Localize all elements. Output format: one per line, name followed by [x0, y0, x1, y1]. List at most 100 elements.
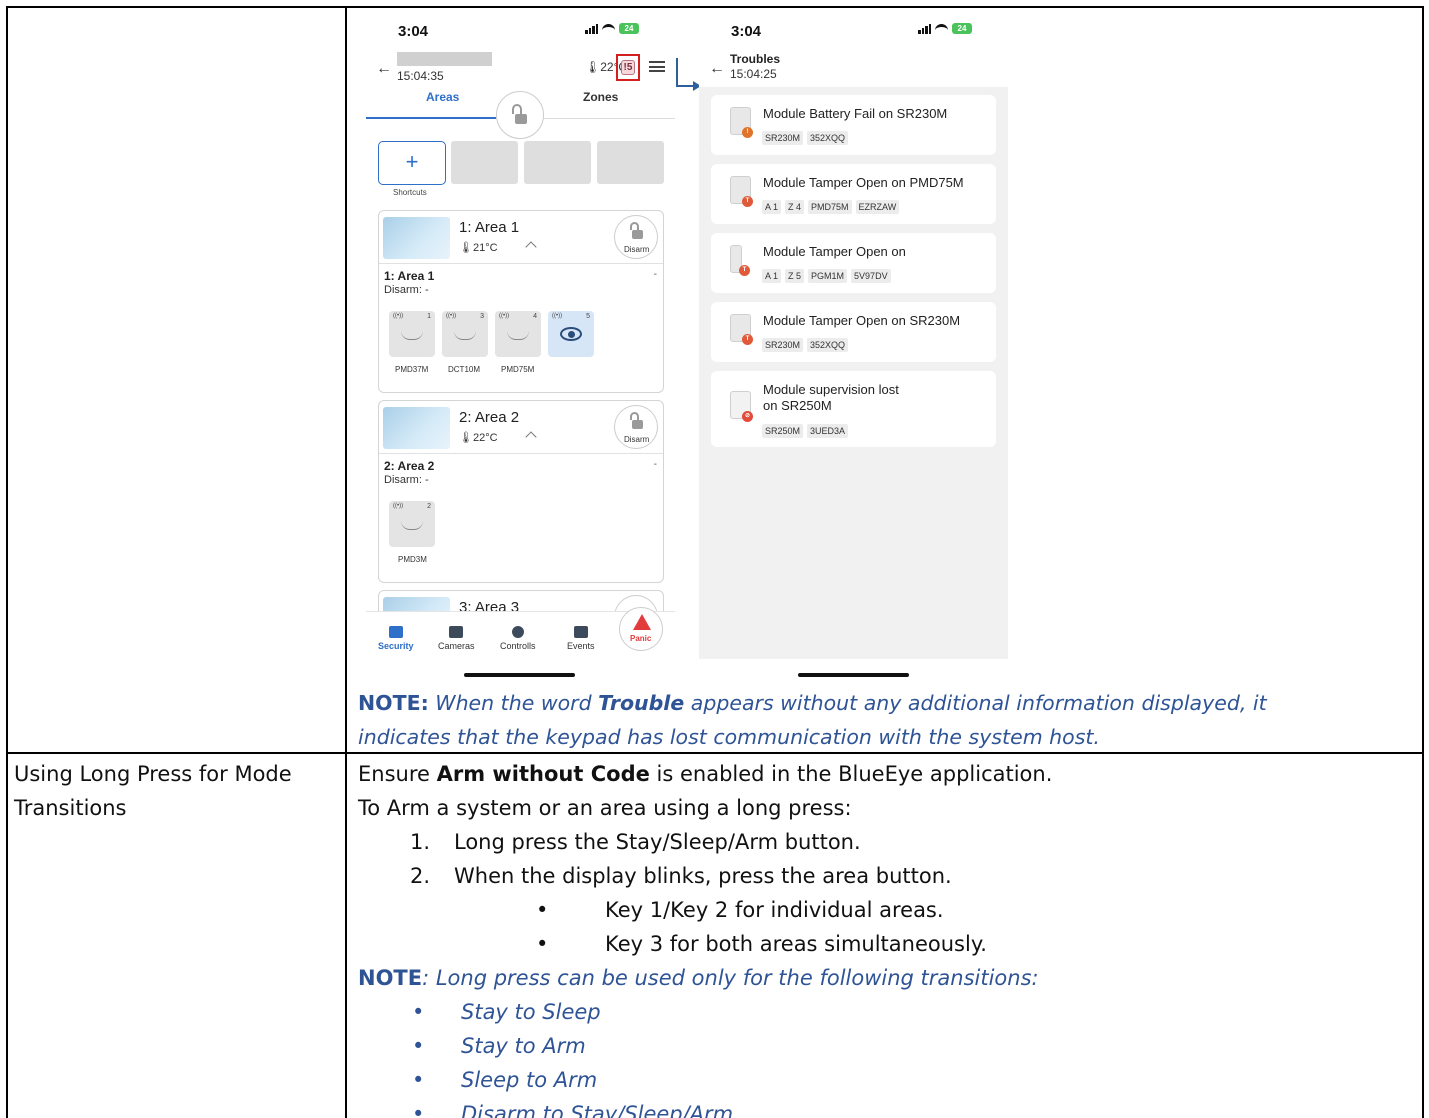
- shortcut-slot[interactable]: [524, 141, 591, 184]
- intro-line: To Arm a system or an area using a long …: [358, 796, 852, 820]
- shortcut-slot[interactable]: [451, 141, 518, 184]
- transition-4: • Disarm to Stay/Sleep/Arm: [358, 1097, 1410, 1118]
- area-card-1[interactable]: 1: Area 1 🌡21°C Disarm 1: Area 1 Disarm:…: [378, 210, 664, 393]
- thermometer-icon: 🌡: [459, 432, 473, 444]
- trouble-item-2[interactable]: T Module Tamper Open on PMD75M A 1 Z 4 P…: [711, 164, 996, 224]
- area-separator: [379, 453, 663, 454]
- site-name-redacted: [397, 52, 492, 66]
- trouble-item-4[interactable]: T Module Tamper Open on SR230M SR230M 35…: [711, 302, 996, 362]
- trouble-item-5[interactable]: ⊘ Module supervision lost on SR250M SR25…: [711, 371, 996, 447]
- table-column-divider: [345, 6, 347, 1118]
- back-arrow-icon[interactable]: ←: [376, 60, 392, 78]
- tag: 352XQQ: [807, 338, 849, 352]
- eye-closed-icon: [401, 521, 423, 530]
- area-subtitle: 2: Area 2: [384, 459, 435, 473]
- chevron-up-icon[interactable]: [525, 241, 537, 253]
- tamper-icon: T: [742, 196, 753, 207]
- trouble-tags: SR230M 352XQQ: [762, 131, 849, 145]
- transition-2: • Stay to Arm: [358, 1029, 1410, 1063]
- tag: A 1: [762, 269, 782, 283]
- nav-controlls[interactable]: Controlls: [500, 626, 536, 651]
- note-line-1: NOTE: When the word Trouble appears with…: [358, 691, 1267, 715]
- disarm-button[interactable]: Disarm: [614, 405, 658, 449]
- trouble-tags: A 1 Z 5 PGM1M 5V97DV: [762, 269, 891, 283]
- home-indicator-right: [798, 673, 909, 677]
- status-icons: 24: [585, 23, 639, 34]
- tag: 5V97DV: [851, 269, 891, 283]
- trouble-highlight-box: !5: [616, 54, 640, 81]
- row-heading: Using Long Press for Mode Transitions: [14, 762, 292, 820]
- note-long-press: NOTE: Long press can be used only for th…: [358, 966, 1039, 990]
- zone-number: 2: [427, 503, 431, 510]
- shortcut-slot[interactable]: [597, 141, 664, 184]
- zone-tile-5[interactable]: ((•)) 5: [548, 311, 594, 357]
- tag: SR250M: [762, 424, 804, 438]
- arm-lock-button[interactable]: [496, 91, 544, 139]
- status-icons: 24: [918, 23, 972, 34]
- signal-icon: [585, 23, 598, 34]
- tab-zones[interactable]: Zones: [583, 90, 618, 104]
- panic-button[interactable]: Panic: [619, 607, 663, 651]
- sub-bullet-2: • Key 3 for both areas simultaneously.: [358, 927, 1410, 961]
- nav-events[interactable]: Events: [567, 626, 595, 651]
- zone-number: 3: [480, 313, 484, 320]
- note-trouble: NOTE: When the word Trouble appears with…: [358, 686, 1410, 754]
- area-temperature: 🌡21°C: [459, 242, 498, 254]
- menu-icon[interactable]: [649, 61, 665, 72]
- trouble-badge-button[interactable]: !5: [621, 60, 635, 75]
- thermometer-icon: 🌡: [459, 242, 473, 254]
- tab-areas[interactable]: Areas: [426, 90, 459, 104]
- eye-closed-icon: [401, 331, 423, 340]
- back-arrow-icon[interactable]: ←: [709, 60, 725, 78]
- zone-tile-4[interactable]: ((•)) 4: [495, 311, 541, 357]
- nav-security[interactable]: Security: [378, 626, 414, 651]
- trouble-text: Module supervision lost on SR250M: [763, 382, 899, 413]
- chevron-up-icon[interactable]: [525, 431, 537, 443]
- zone-tile-2[interactable]: ((•)) 2: [389, 501, 435, 547]
- zone-tile-3[interactable]: ((•)) 3: [442, 311, 488, 357]
- status-bar: 3:04 24: [366, 11, 675, 47]
- trouble-tags: SR250M 3UED3A: [762, 424, 849, 438]
- area-status: Disarm: -: [384, 474, 429, 486]
- area-separator: [379, 263, 663, 264]
- zone-tile-1[interactable]: ((•)) 1: [389, 311, 435, 357]
- wireless-icon: ((•)): [393, 313, 404, 319]
- bullet-icon: •: [412, 1000, 425, 1024]
- area-title: 1: Area 1: [459, 219, 520, 236]
- tag: SR230M: [762, 131, 804, 145]
- tag: PGM1M: [808, 269, 848, 283]
- bullet-icon: •: [536, 932, 549, 956]
- disarm-label: Disarm: [624, 245, 650, 254]
- trouble-text: Module Tamper Open on PMD75M: [763, 175, 964, 190]
- zone-label: PMD75M: [501, 365, 535, 374]
- disarm-label: Disarm: [624, 435, 650, 444]
- add-shortcut-button[interactable]: +: [378, 141, 446, 185]
- note-label: NOTE:: [358, 691, 429, 715]
- lock-body: [515, 114, 527, 124]
- zone-label: PMD3M: [398, 555, 427, 564]
- battery-warning-icon: !: [742, 127, 753, 138]
- area-status: Disarm: -: [384, 284, 429, 296]
- area-dash: -: [653, 459, 657, 470]
- area-temperature: 🌡22°C: [459, 432, 498, 444]
- disarm-button[interactable]: Disarm: [614, 215, 658, 259]
- nav-cameras[interactable]: Cameras: [438, 626, 475, 651]
- events-icon: [573, 626, 588, 638]
- shortcuts-label: Shortcuts: [393, 188, 427, 197]
- transition-3: • Sleep to Arm: [358, 1063, 1410, 1097]
- battery-icon: 24: [619, 23, 639, 34]
- table-border-left: [6, 6, 8, 1118]
- bulb-icon: [511, 626, 524, 638]
- trouble-item-3[interactable]: T Module Tamper Open on A 1 Z 5 PGM1M 5V…: [711, 233, 996, 293]
- zone-number: 4: [533, 313, 537, 320]
- area-image: [383, 217, 450, 259]
- unlock-icon: [630, 412, 639, 420]
- trouble-item-1[interactable]: ! Module Battery Fail on SR230M SR230M 3…: [711, 95, 996, 155]
- phone-troubles-screen: 3:04 24 ← Troubles 15:04:25 ! Module Bat…: [699, 11, 1008, 659]
- unlock-icon: [630, 222, 639, 230]
- sub-bullet-1: • Key 1/Key 2 for individual areas.: [358, 893, 1410, 927]
- wifi-icon: [935, 24, 948, 33]
- area-card-2[interactable]: 2: Area 2 🌡22°C Disarm 2: Area 2 Disarm:…: [378, 400, 664, 583]
- wireless-icon: ((•)): [552, 313, 563, 319]
- area-title: 2: Area 2: [459, 409, 520, 426]
